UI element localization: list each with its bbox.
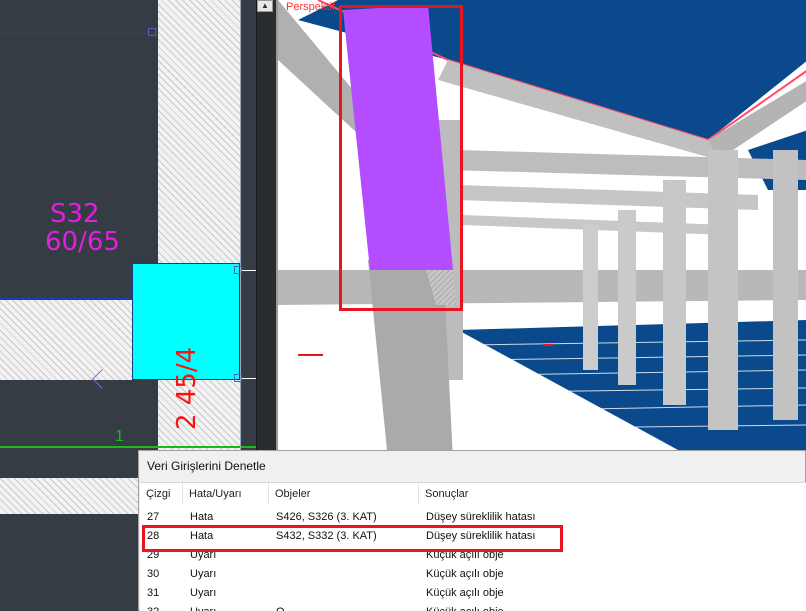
cell-line: 30 — [147, 568, 160, 580]
plan-hatch-bottom — [0, 478, 140, 514]
cell-type: Uyarı — [190, 549, 217, 561]
column — [773, 150, 798, 420]
grip-handle[interactable] — [148, 28, 156, 36]
cell-type: Uyarı — [190, 568, 217, 580]
perspective-canvas — [278, 0, 806, 460]
cell-objects: S432, S332 (3. KAT) — [276, 530, 377, 542]
cell-result: Küçük açılı obje — [426, 549, 504, 561]
table-row[interactable]: 27 Hata S426, S326 (3. KAT) Düşey sürekl… — [140, 508, 806, 527]
table-row[interactable]: 31 Uyarı Küçük açılı obje — [140, 584, 806, 603]
cell-type: Hata — [190, 530, 214, 542]
plan-line — [240, 270, 256, 271]
plan-hatch-left — [0, 300, 132, 380]
cell-type: Uyarı — [183, 603, 216, 611]
cell-objects: O — [269, 603, 285, 611]
column-header-type[interactable]: Hata/Uyarı — [183, 483, 269, 505]
column-header-line[interactable]: Çizgi — [140, 483, 183, 505]
cell-objects: S426, S326 (3. KAT) — [276, 511, 377, 523]
plan-line — [0, 33, 158, 34]
cell-result: Düşey süreklilik hatası — [426, 511, 536, 523]
column-size-label: 60/65 — [45, 227, 120, 257]
plan-line — [240, 0, 241, 450]
plan-line — [240, 378, 256, 379]
column — [583, 225, 598, 370]
cell-line: 27 — [147, 511, 160, 523]
plan-line — [0, 298, 132, 299]
table-row[interactable]: 29 Uyarı Küçük açılı obje — [140, 546, 806, 565]
cell-line: 32 — [140, 603, 159, 611]
cell-type: Uyarı — [190, 587, 217, 599]
scroll-up-button[interactable]: ▲ — [257, 0, 273, 12]
perspective-viewport[interactable]: Perspektif — [276, 0, 806, 460]
cell-line: 28 — [147, 530, 160, 542]
cell-result: Küçük açılı obje — [426, 587, 504, 599]
dialog-title: Veri Girişlerini Denetle — [147, 459, 266, 473]
column — [618, 210, 636, 385]
beam-label: 2 45/4 — [172, 346, 202, 430]
cell-line: 29 — [147, 549, 160, 561]
table-row[interactable]: 30 Uyarı Küçük açılı obje — [140, 565, 806, 584]
grip-handle[interactable] — [234, 266, 242, 274]
column — [663, 180, 686, 405]
column — [708, 150, 738, 430]
column-name-label: S32 — [50, 199, 100, 229]
check-inputs-dialog[interactable]: Veri Girişlerini Denetle Çizgi Hata/Uyar… — [138, 450, 806, 611]
table-row[interactable]: 28 Hata S432, S332 (3. KAT) Düşey sürekl… — [140, 527, 806, 546]
axis-line — [0, 446, 256, 448]
viewport-title: Perspektif — [286, 1, 335, 13]
column-header-results[interactable]: Sonuçlar — [419, 483, 806, 505]
grip-handle[interactable] — [234, 374, 242, 382]
axis-number: 1 — [115, 428, 124, 445]
cell-result: Küçük açılı obje — [426, 568, 504, 580]
cell-result: Düşey süreklilik hatası — [426, 530, 536, 542]
cell-type: Hata — [190, 511, 214, 523]
column-header-objects[interactable]: Objeler — [269, 483, 419, 505]
cell-line: 31 — [147, 587, 160, 599]
cell-result: Küçük açılı obje — [419, 603, 504, 611]
table-row[interactable]: 32 Uyarı O Küçük açılı obje — [140, 603, 806, 611]
results-list[interactable]: Çizgi Hata/Uyarı Objeler Sonuçlar 27 Hat… — [140, 482, 806, 611]
